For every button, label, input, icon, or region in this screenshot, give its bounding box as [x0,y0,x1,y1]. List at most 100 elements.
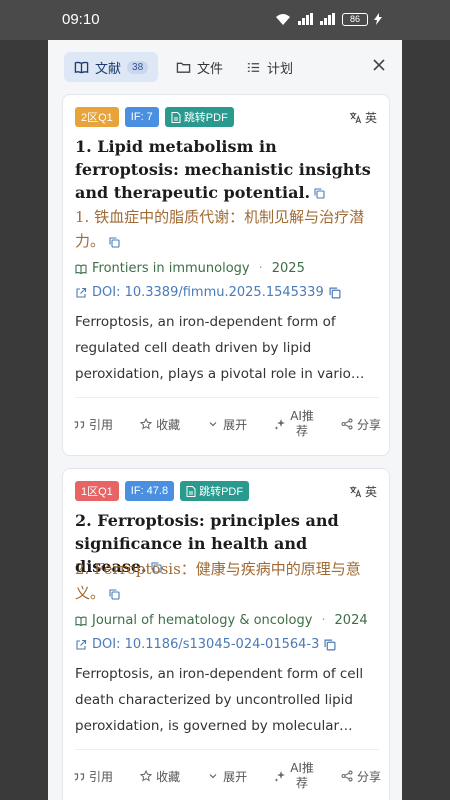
card-actions: 引用 收藏 展开 AI推荐 分享 [73,409,381,439]
journal-zone-badge: 2区Q1 [75,107,119,127]
card-divider [75,749,379,750]
impact-factor-badge: IF: 47.8 [124,481,175,501]
paper-abstract: Ferroptosis, an iron-dependent form of c… [75,666,364,734]
cite-button[interactable]: 引用 [73,416,113,433]
chevron-down-icon [209,774,217,779]
sparkle-icon [274,771,286,782]
status-bar: 09:10 86 [0,0,450,40]
paper-card: 2区Q1 IF: 7 跳转PDF 英 1. Lipid metabolism i… [62,94,390,456]
paper-title-cn[interactable]: 1. 铁血症中的脂质代谢：机制见解与治疗潜力。 [75,205,379,253]
doi-link[interactable]: DOI: 10.3389/fimmu.2025.1545339 [75,285,341,300]
tab-bar: 文献 38 文件 计划 [48,40,402,92]
signal-icon-2 [320,13,335,25]
copy-icon[interactable] [329,286,341,299]
paper-title-cn[interactable]: 2. Ferroptosis：健康与疾病中的原理与意义。 [75,557,379,605]
tab-plan-label: 计划 [267,61,294,77]
list-icon [247,62,260,72]
expand-button[interactable]: 展开 [207,416,247,433]
doi-text: DOI: 10.3389/fimmu.2025.1545339 [92,285,324,300]
card-divider [75,397,379,398]
copy-icon[interactable] [109,588,120,600]
favorite-label: 收藏 [156,769,181,784]
translate-toggle[interactable]: 英 [349,483,377,500]
publication-year: 2024 [334,613,368,628]
book-icon [75,616,87,626]
status-icons: 86 [274,12,382,26]
tab-files[interactable]: 文件 [166,52,233,82]
ai-recommend-label-2: 荐 [296,776,309,790]
star-icon [140,770,153,782]
share-label: 分享 [356,417,381,432]
share-button[interactable]: 分享 [341,416,381,433]
translate-label: 英 [364,111,377,125]
favorite-label: 收藏 [156,417,181,432]
chevron-down-icon [209,422,217,427]
sparkle-icon [274,419,286,430]
journal-info: Journal of hematology & oncology · 2024 [75,613,368,628]
close-icon[interactable] [370,56,388,74]
battery-icon: 86 [342,12,368,26]
ai-recommend-label-1: AI推 [290,761,314,775]
doi-link[interactable]: DOI: 10.1186/s13045-024-01564-3 [75,637,336,652]
tab-literature[interactable]: 文献 38 [64,52,159,82]
favorite-button[interactable]: 收藏 [140,416,180,433]
star-icon [140,418,153,430]
translate-icon [349,112,362,124]
journal-name: Journal of hematology & oncology [92,613,313,628]
literature-panel: 文献 38 文件 计划 2区Q1 IF: 7 跳转PDF 英 1. Lipid … [48,40,402,800]
folder-icon [176,62,191,73]
share-label: 分享 [356,769,381,784]
impact-factor-badge: IF: 7 [124,107,159,127]
open-pdf-label: 跳转PDF [183,112,228,124]
expand-button[interactable]: 展开 [207,768,247,785]
open-pdf-button[interactable]: 跳转PDF [164,107,234,127]
paper-tags: 1区Q1 IF: 47.8 跳转PDF [75,481,250,501]
open-pdf-button[interactable]: 跳转PDF [180,481,250,501]
ai-recommend-label-1: AI推 [290,409,314,423]
share-button[interactable]: 分享 [341,768,381,785]
book-icon [74,61,89,73]
paper-abstract: Ferroptosis, an iron-dependent form of r… [75,314,365,382]
copy-icon[interactable] [324,638,336,651]
tab-files-label: 文件 [197,61,224,77]
external-link-icon [76,639,87,650]
share-icon [341,770,353,782]
tab-plan[interactable]: 计划 [236,52,303,82]
status-time: 09:10 [62,11,100,28]
paper-title-en[interactable]: 1. Lipid metabolism in ferroptosis: mech… [75,135,383,204]
quote-icon [74,773,85,781]
pdf-file-icon [171,111,181,123]
wifi-icon [276,14,290,25]
cite-button[interactable]: 引用 [73,768,113,785]
expand-label: 展开 [223,417,248,432]
open-pdf-label: 跳转PDF [199,486,244,498]
pdf-file-icon [186,485,196,497]
book-icon [75,264,87,274]
literature-count-badge: 38 [127,60,149,74]
ai-recommend-button[interactable]: AI推荐 [274,409,314,439]
cite-label: 引用 [89,417,114,432]
publication-year: 2025 [271,261,305,276]
journal-info: Frontiers in immunology · 2025 [75,261,305,276]
paper-card: 1区Q1 IF: 47.8 跳转PDF 英 2. Ferroptosis: pr… [62,468,390,800]
favorite-button[interactable]: 收藏 [140,768,180,785]
paper-title-en-text: 1. Lipid metabolism in ferroptosis: mech… [75,137,371,202]
share-icon [341,418,353,430]
copy-icon[interactable] [109,236,120,248]
charging-icon [374,13,382,25]
ai-recommend-button[interactable]: AI推荐 [274,761,314,791]
ai-recommend-label-2: 荐 [296,424,309,438]
translate-label: 英 [364,485,377,499]
quote-icon [74,421,85,429]
tab-literature-label: 文献 [95,61,122,77]
expand-label: 展开 [223,769,248,784]
doi-text: DOI: 10.1186/s13045-024-01564-3 [92,637,320,652]
copy-icon[interactable] [314,188,325,199]
external-link-icon [76,287,87,298]
signal-icon [298,13,313,25]
journal-zone-badge: 1区Q1 [75,481,119,501]
journal-name: Frontiers in immunology [92,261,250,276]
translate-toggle[interactable]: 英 [349,109,377,126]
cite-label: 引用 [89,769,114,784]
translate-icon [349,486,362,498]
